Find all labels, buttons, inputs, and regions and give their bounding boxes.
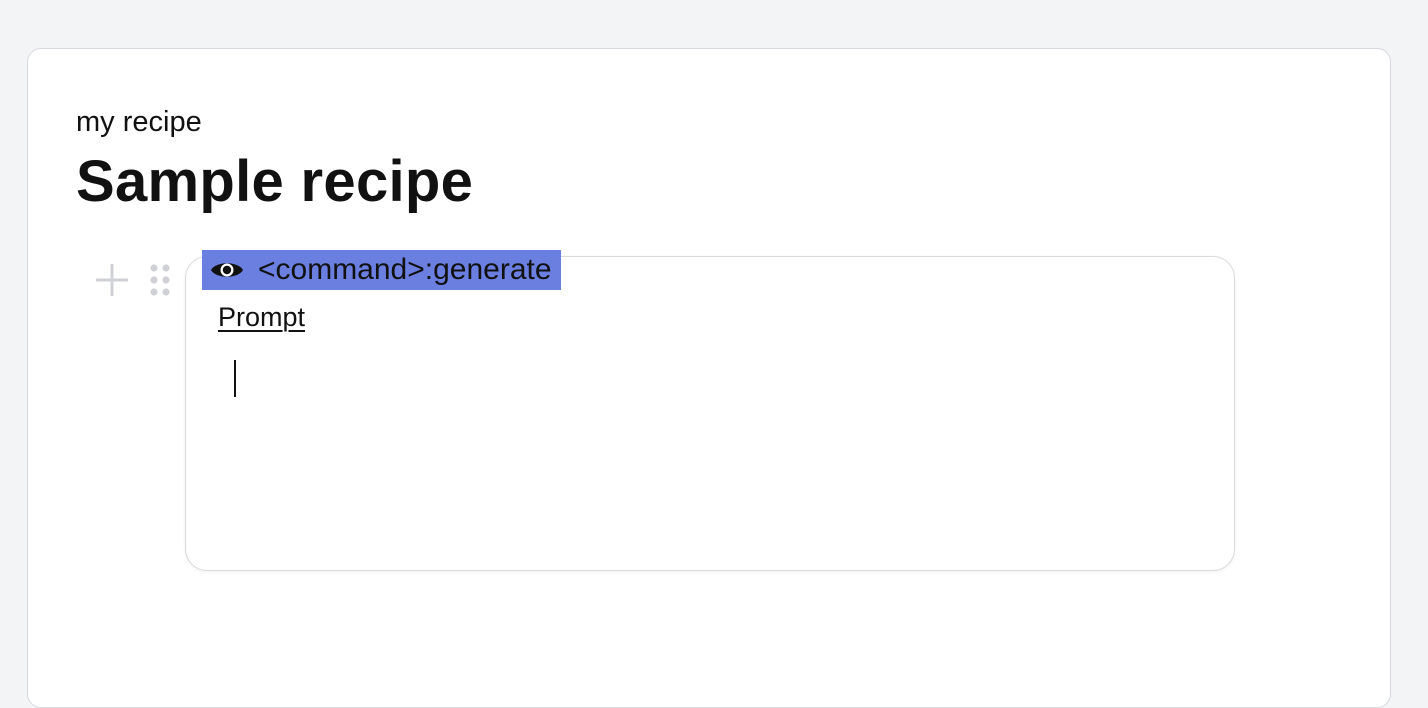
page-title: Sample recipe xyxy=(76,149,474,214)
command-label: <command>:generate xyxy=(258,253,552,286)
command-tag[interactable]: <command>:generate xyxy=(202,250,561,290)
eye-icon[interactable] xyxy=(210,258,244,282)
document-subtitle: my recipe xyxy=(76,106,202,138)
drag-handle[interactable] xyxy=(148,262,172,298)
add-block-button[interactable] xyxy=(94,262,130,298)
prompt-label[interactable]: Prompt xyxy=(218,300,305,334)
prompt-input[interactable] xyxy=(218,350,1208,550)
plus-icon xyxy=(96,264,128,296)
text-caret xyxy=(234,360,236,397)
drag-dots-icon xyxy=(150,264,170,296)
